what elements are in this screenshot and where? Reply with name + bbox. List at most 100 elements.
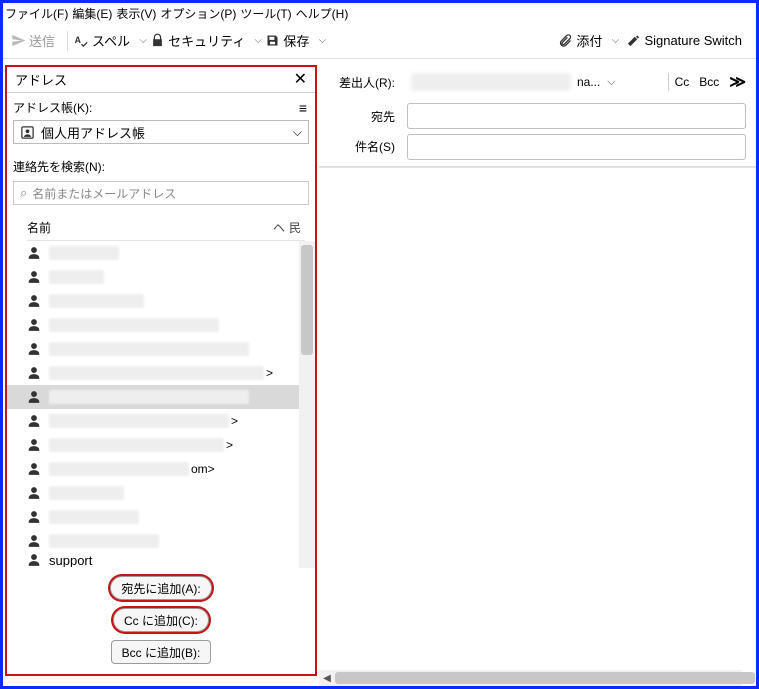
chevron-down-icon: ⌵ — [293, 125, 302, 140]
list-item[interactable]: support — [7, 553, 315, 567]
subject-input[interactable] — [407, 134, 746, 160]
person-icon — [27, 438, 41, 452]
scrollbar-thumb[interactable] — [301, 245, 313, 355]
send-button[interactable]: 送信 — [11, 31, 55, 50]
list-item[interactable] — [7, 385, 315, 409]
list-item[interactable] — [7, 481, 315, 505]
person-icon — [27, 462, 41, 476]
to-label: 宛先 — [319, 108, 405, 125]
contact-list[interactable]: > > > om> support — [7, 241, 315, 568]
search-label: 連絡先を検索(N): — [13, 158, 105, 175]
signature-icon — [626, 33, 641, 48]
list-item[interactable] — [7, 505, 315, 529]
spell-button[interactable]: A スペル — [74, 31, 130, 50]
list-item[interactable]: om> — [7, 457, 315, 481]
list-item[interactable]: > — [7, 433, 315, 457]
person-icon — [27, 366, 41, 380]
security-button[interactable]: セキュリティ — [150, 31, 245, 50]
save-label: 保存 — [283, 31, 309, 50]
subject-row: 件名(S) — [319, 133, 756, 167]
save-button[interactable]: 保存 — [265, 31, 309, 50]
menu-bar: ファイル(F) 編集(E) 表示(V) オプション(P) ツール(T) ヘルプ(… — [3, 3, 756, 23]
contact-name-redacted — [49, 414, 229, 428]
spell-label: スペル — [92, 31, 130, 50]
from-dropdown-icon[interactable]: ⌵ — [600, 76, 622, 89]
address-book-icon — [20, 125, 35, 140]
column-picker-icon[interactable]: 民 — [289, 219, 301, 236]
contact-tail: > — [266, 366, 273, 380]
security-label: セキュリティ — [168, 31, 245, 50]
horizontal-scrollbar[interactable]: ◀ — [319, 670, 742, 686]
cc-button[interactable]: Cc — [675, 75, 690, 89]
list-item[interactable] — [7, 337, 315, 361]
menu-edit[interactable]: 編集(E) — [72, 5, 112, 22]
contact-name: support — [49, 553, 92, 567]
from-label: 差出人(R): — [319, 74, 405, 91]
to-input[interactable] — [407, 103, 746, 129]
list-item[interactable] — [7, 313, 315, 337]
close-icon[interactable]: ✕ — [294, 72, 307, 88]
person-icon — [27, 246, 41, 260]
menu-help[interactable]: ヘルプ(H) — [296, 5, 349, 22]
menu-file[interactable]: ファイル(F) — [5, 5, 68, 22]
signature-switch-button[interactable]: Signature Switch — [626, 33, 742, 48]
security-dropdown[interactable]: ⌵ — [251, 35, 265, 46]
contact-name-redacted — [49, 294, 144, 308]
address-panel: アドレス ✕ アドレス帳(K): ≡ 個人用アドレス帳 ⌵ 連絡先を検索(N):… — [5, 65, 317, 676]
contact-name-redacted — [49, 462, 189, 476]
save-dropdown[interactable]: ⌵ — [315, 35, 329, 46]
message-body[interactable]: ◀ — [319, 167, 756, 686]
signature-label: Signature Switch — [644, 33, 742, 48]
add-to-button[interactable]: 宛先に追加(A): — [110, 576, 211, 600]
menu-options[interactable]: オプション(P) — [160, 5, 236, 22]
list-item[interactable]: > — [7, 361, 315, 385]
search-input[interactable]: ⌕ 名前またはメールアドレス — [13, 181, 309, 205]
add-to-label: 宛先に追加(A): — [121, 580, 200, 597]
separator — [67, 31, 68, 51]
address-book-select[interactable]: 個人用アドレス帳 ⌵ — [13, 120, 309, 144]
person-icon — [27, 270, 41, 284]
vertical-scrollbar[interactable] — [299, 241, 315, 568]
search-placeholder: 名前またはメールアドレス — [32, 185, 176, 202]
list-item[interactable] — [7, 289, 315, 313]
paperclip-icon — [558, 33, 573, 48]
bcc-button[interactable]: Bcc — [699, 75, 719, 89]
toolbar: 送信 A スペル ⌵ セキュリティ ⌵ 保存 ⌵ 添付 ⌵ Signature … — [3, 23, 756, 59]
add-buttons: 宛先に追加(A): Cc に追加(C): Bcc に追加(B): — [7, 568, 315, 674]
list-item[interactable] — [7, 265, 315, 289]
contact-tail: > — [226, 438, 233, 452]
subject-label: 件名(S) — [319, 138, 405, 155]
attach-button[interactable]: 添付 — [558, 31, 602, 50]
spell-dropdown[interactable]: ⌵ — [136, 35, 150, 46]
search-icon: ⌕ — [20, 185, 27, 201]
list-item[interactable] — [7, 241, 315, 265]
from-field[interactable]: na... ⌵ — [405, 69, 662, 95]
spell-icon: A — [74, 33, 89, 48]
contact-name-redacted — [49, 438, 224, 452]
add-bcc-label: Bcc に追加(B): — [122, 644, 201, 661]
send-label: 送信 — [29, 31, 55, 50]
from-value-redacted — [411, 73, 571, 91]
from-tail: na... — [577, 75, 600, 89]
address-panel-title: アドレス — [15, 70, 67, 89]
address-book-label: アドレス帳(K): — [13, 99, 92, 116]
send-icon — [11, 33, 26, 48]
expand-icon[interactable]: ≫ — [729, 72, 746, 92]
menu-tools[interactable]: ツール(T) — [240, 5, 291, 22]
person-icon — [27, 553, 41, 567]
contact-name-redacted — [49, 534, 159, 548]
attach-dropdown[interactable]: ⌵ — [608, 35, 622, 46]
save-icon — [265, 33, 280, 48]
contact-name-redacted — [49, 342, 249, 356]
contact-name-redacted — [49, 318, 219, 332]
add-cc-button[interactable]: Cc に追加(C): — [113, 608, 209, 632]
menu-view[interactable]: 表示(V) — [116, 5, 156, 22]
address-book-menu-icon[interactable]: ≡ — [299, 100, 307, 116]
add-bcc-button[interactable]: Bcc に追加(B): — [111, 640, 212, 664]
list-item[interactable]: > — [7, 409, 315, 433]
scroll-left-icon[interactable]: ◀ — [319, 673, 335, 684]
list-item[interactable] — [7, 529, 315, 553]
scrollbar-thumb[interactable] — [335, 672, 755, 684]
contact-list-header[interactable]: 名前 ヘ 民 — [27, 217, 305, 241]
contact-name-redacted — [49, 270, 104, 284]
